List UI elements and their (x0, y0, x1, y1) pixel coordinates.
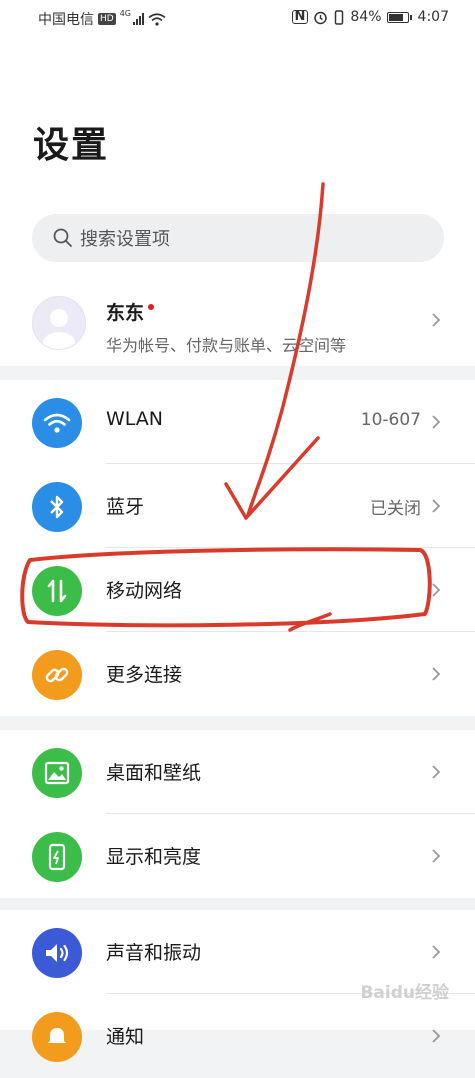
mobile-data-icon (32, 566, 82, 616)
status-bar: 中国电信 HD 4G N 84% 4:07 (0, 0, 475, 36)
chevron-right-icon (432, 849, 441, 863)
hd-badge: HD (98, 13, 116, 25)
alarm-icon (314, 11, 328, 24)
header-section: 设置 搜索设置项 东东 华为帐号、付款与账单、云空间等 (0, 36, 475, 366)
item-label: 更多连接 (106, 664, 183, 686)
chevron-right-icon (432, 415, 441, 429)
account-name: 东东 (106, 302, 145, 324)
chevron-right-icon (432, 499, 441, 513)
item-value: 已关闭 (370, 499, 421, 519)
avatar (32, 296, 86, 350)
wallpaper-icon (32, 748, 82, 798)
settings-item-mobile-network[interactable]: 移动网络 (0, 548, 475, 632)
settings-item-wlan[interactable]: WLAN 10-607 (0, 380, 475, 464)
chevron-right-icon (432, 1029, 441, 1043)
settings-item-wallpaper[interactable]: 桌面和壁纸 (0, 730, 475, 814)
item-label: WLAN (106, 408, 164, 430)
search-placeholder: 搜索设置项 (80, 229, 170, 250)
bluetooth-icon (32, 482, 82, 532)
display-icon (32, 832, 82, 882)
item-label: 蓝牙 (106, 496, 145, 518)
account-row[interactable]: 东东 华为帐号、付款与账单、云空间等 (0, 276, 475, 360)
nfc-icon: N (291, 10, 309, 24)
sound-icon (32, 928, 82, 978)
signal-icon (133, 13, 144, 25)
link-icon (32, 650, 82, 700)
network-type: 4G (119, 9, 131, 18)
search-icon (53, 228, 72, 247)
settings-item-notifications[interactable]: 通知 (0, 994, 475, 1078)
sound-group: 声音和振动 通知 (0, 910, 475, 1062)
chevron-right-icon (432, 583, 441, 597)
item-label: 桌面和壁纸 (106, 762, 202, 784)
display-group: 桌面和壁纸 显示和亮度 (0, 730, 475, 898)
settings-item-bluetooth[interactable]: 蓝牙 已关闭 (0, 464, 475, 548)
chevron-right-icon (432, 667, 441, 681)
page-title: 设置 (33, 125, 110, 166)
notification-dot (148, 304, 155, 310)
settings-item-more-connections[interactable]: 更多连接 (0, 632, 475, 716)
connectivity-group: WLAN 10-607 蓝牙 已关闭 移动网络 更多连接 (0, 380, 475, 716)
clock: 4:07 (417, 9, 449, 25)
carrier-label: 中国电信 (38, 12, 94, 28)
notification-icon (32, 1012, 82, 1062)
chevron-right-icon (432, 765, 441, 779)
search-bar[interactable]: 搜索设置项 (32, 214, 444, 262)
item-label: 显示和亮度 (106, 846, 202, 868)
vibrate-icon (335, 9, 344, 25)
chevron-right-icon (432, 945, 441, 959)
item-label: 声音和振动 (106, 942, 202, 964)
wifi-icon (32, 398, 82, 448)
settings-item-display[interactable]: 显示和亮度 (0, 814, 475, 898)
battery-percent: 84% (350, 9, 382, 25)
item-value: 10-607 (360, 410, 421, 430)
account-subtitle: 华为帐号、付款与账单、云空间等 (106, 336, 347, 355)
item-label: 通知 (106, 1026, 145, 1048)
chevron-right-icon (432, 313, 441, 327)
wifi-status-icon (148, 12, 166, 26)
watermark: Baidu经验 (360, 983, 449, 1003)
battery-icon (386, 11, 412, 23)
item-label: 移动网络 (106, 580, 183, 602)
